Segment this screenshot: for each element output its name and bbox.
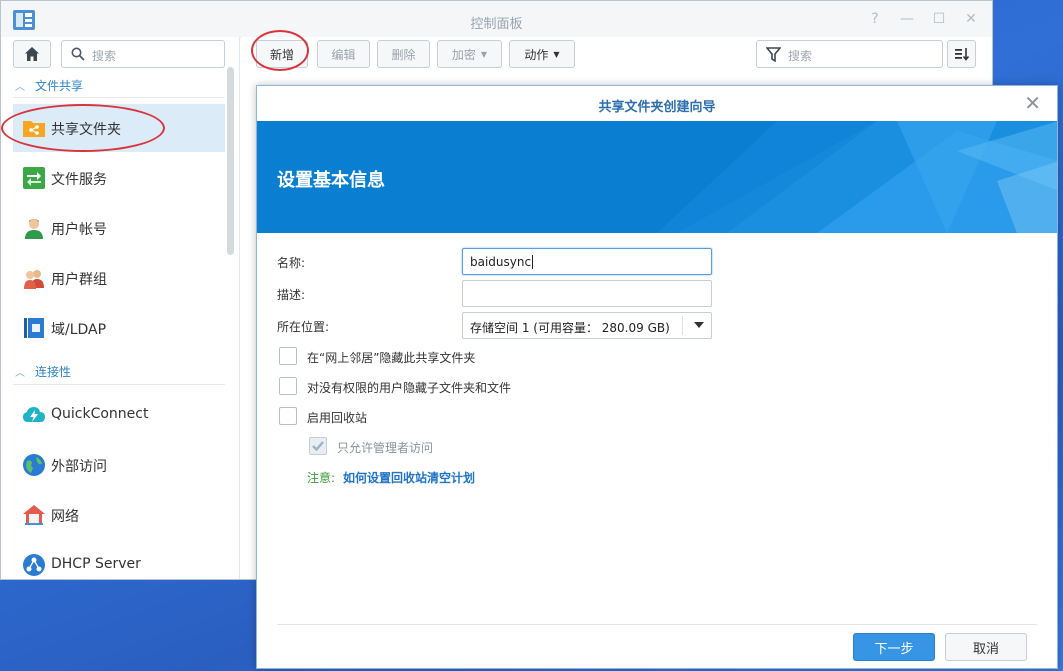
toolbar-search-input[interactable]: 搜索	[756, 40, 943, 68]
section-divider	[13, 384, 225, 385]
domain-ldap-icon	[24, 318, 44, 338]
dropdown-arrow-icon	[694, 322, 704, 328]
sidebar-item-user-account[interactable]: 用户帐号	[13, 204, 225, 252]
section-title: 文件共享	[35, 78, 84, 93]
sidebar-item-label: DHCP Server	[51, 556, 141, 572]
sidebar-search-input[interactable]: 搜索	[61, 40, 225, 68]
sidebar-item-domain-ldap[interactable]: 域/LDAP	[13, 304, 225, 352]
recycle-bin-schedule-link[interactable]: 如何设置回收站清空计划	[343, 471, 475, 485]
sidebar-item-network[interactable]: 网络	[13, 491, 225, 539]
delete-button[interactable]: 删除	[377, 40, 430, 68]
search-icon	[71, 47, 85, 61]
filter-icon	[766, 47, 781, 62]
sidebar-item-user-group[interactable]: 用户群组	[13, 254, 225, 302]
action-dropdown[interactable]: 动作 ▼	[509, 40, 575, 68]
sidebar-item-label: 域/LDAP	[51, 322, 107, 338]
dhcp-server-icon	[23, 554, 45, 576]
dialog-title: 共享文件夹创建向导	[598, 100, 716, 115]
checkbox-disabled-checked	[309, 437, 327, 455]
file-services-icon	[23, 167, 45, 189]
window-title: 控制面板	[470, 17, 523, 32]
window-controls: ? — ☐ ✕	[868, 11, 978, 27]
location-label: 所在位置:	[277, 320, 330, 334]
recycle-bin-note: 注意: 如何设置回收站清空计划	[307, 469, 475, 486]
toolbar-search-placeholder: 搜索	[788, 49, 813, 63]
name-field[interactable]: baidusync	[462, 248, 712, 275]
sidebar-item-label: 用户群组	[51, 272, 107, 288]
checkmark-icon	[312, 441, 324, 452]
close-icon[interactable]: ✕	[964, 11, 978, 27]
sort-button[interactable]	[947, 40, 976, 68]
sidebar-item-label: 外部访问	[51, 459, 107, 475]
dialog-titlebar[interactable]: 共享文件夹创建向导 ✕	[257, 86, 1057, 120]
chevron-up-icon: ︿	[15, 367, 25, 379]
name-value: baidusync	[470, 255, 532, 269]
description-field[interactable]	[462, 280, 712, 307]
section-divider	[13, 97, 225, 98]
encrypt-label: 加密	[451, 47, 476, 62]
sidebar-item-label: QuickConnect	[51, 406, 149, 422]
help-icon[interactable]: ?	[868, 11, 882, 27]
description-label: 描述:	[277, 288, 306, 302]
sidebar-item-label: 用户帐号	[51, 222, 107, 238]
checkbox-label: 启用回收站	[307, 411, 368, 425]
quickconnect-icon	[23, 407, 45, 422]
sidebar-item-file-services[interactable]: 文件服务	[13, 154, 225, 202]
checkbox[interactable]	[279, 347, 297, 365]
checkbox[interactable]	[279, 407, 297, 425]
section-header-connectivity[interactable]: ︿ 连接性	[15, 361, 71, 381]
minimize-icon[interactable]: —	[900, 11, 914, 27]
network-icon	[23, 505, 45, 525]
section-header-file-sharing[interactable]: ︿ 文件共享	[15, 75, 83, 95]
encrypt-dropdown[interactable]: 加密 ▼	[437, 40, 502, 68]
group-icon	[24, 270, 44, 289]
create-shared-folder-wizard: 共享文件夹创建向导 ✕ 设置基本信息 名称: baidusync 描述: 所在位…	[256, 85, 1058, 669]
checkbox-label: 在“网上邻居”隐藏此共享文件夹	[307, 351, 476, 365]
highlight-ring-shared-folder	[1, 104, 165, 152]
sidebar-item-dhcp-server[interactable]: DHCP Server	[13, 541, 225, 589]
next-button[interactable]: 下一步	[853, 633, 935, 661]
sidebar-scrollbar[interactable]	[227, 67, 234, 255]
note-label: 注意:	[307, 471, 336, 485]
window-titlebar[interactable]: 控制面板 ? — ☐ ✕	[1, 1, 992, 38]
chevron-up-icon: ︿	[15, 81, 25, 93]
checkbox-label: 对没有权限的用户隐藏子文件夹和文件	[307, 381, 512, 395]
name-label: 名称:	[277, 256, 306, 270]
checkbox[interactable]	[279, 377, 297, 395]
action-label: 动作	[524, 47, 549, 62]
footer-divider	[277, 624, 1037, 625]
sidebar-item-external-access[interactable]: 外部访问	[13, 441, 225, 489]
sidebar-item-label: 文件服务	[51, 172, 107, 188]
select-divider	[682, 316, 683, 335]
caret-down-icon: ▼	[480, 49, 488, 59]
location-select[interactable]: 存储空间 1 (可用容量： 280.09 GB)	[462, 312, 712, 339]
sidebar-item-quickconnect[interactable]: QuickConnect	[13, 391, 225, 439]
edit-button[interactable]: 编辑	[317, 40, 370, 68]
banner-heading: 设置基本信息	[277, 170, 385, 191]
location-value: 存储空间 1 (可用容量： 280.09 GB)	[470, 321, 670, 335]
maximize-icon[interactable]: ☐	[932, 11, 946, 27]
highlight-ring-create-button	[251, 30, 309, 71]
sidebar-search-placeholder: 搜索	[92, 49, 117, 63]
dialog-banner: 设置基本信息	[257, 121, 1057, 233]
sort-icon	[954, 48, 969, 61]
home-button[interactable]	[13, 40, 51, 68]
section-title: 连接性	[35, 364, 72, 379]
home-icon	[25, 47, 39, 61]
sidebar-item-label: 网络	[51, 509, 79, 525]
user-icon	[25, 219, 43, 239]
caret-down-icon: ▼	[553, 49, 560, 59]
external-access-icon	[23, 454, 45, 476]
close-icon[interactable]: ✕	[1024, 93, 1041, 113]
checkbox-label: 只允许管理者访问	[337, 441, 434, 455]
cancel-button[interactable]: 取消	[945, 633, 1027, 661]
